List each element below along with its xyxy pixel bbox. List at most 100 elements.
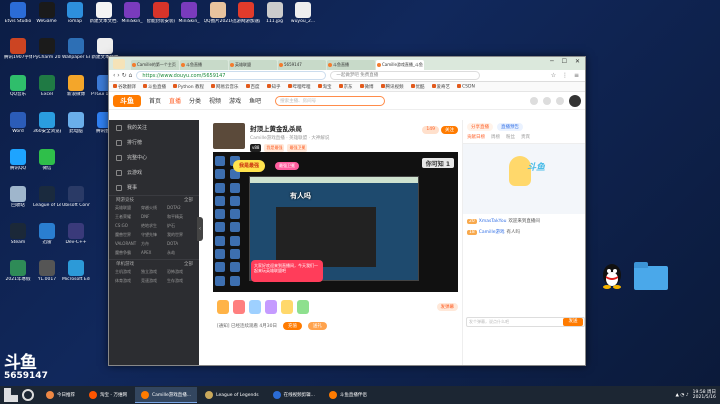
desktop-icon[interactable]: 此电脑 [62, 112, 90, 142]
follow-button[interactable]: 关注 [441, 126, 458, 134]
download-icon[interactable] [556, 96, 564, 105]
recharge-button[interactable]: 充值 [282, 322, 302, 330]
browser-tab[interactable]: 斗鱼直播 [327, 60, 375, 70]
category-link[interactable]: 主机游戏 [115, 269, 141, 275]
category-link[interactable]: 生存游戏 [167, 278, 193, 284]
section-more-link[interactable]: 全部 [184, 196, 193, 205]
desktop-icon[interactable]: 111.jpg [261, 2, 289, 32]
nav-item[interactable]: 首页 [149, 96, 161, 105]
desktop-icon[interactable]: wuyou_2... [289, 2, 317, 32]
desktop-icon[interactable]: League of Legends [33, 186, 61, 216]
desktop-icon[interactable]: YL.0017 [33, 260, 61, 290]
desktop-icon[interactable]: 智能封装安装向导V2.5.e... [147, 2, 175, 32]
nav-item[interactable]: 直播 [169, 96, 181, 105]
category-link[interactable]: 王者荣耀 [115, 214, 141, 220]
douyu-logo[interactable]: 斗鱼 [113, 94, 141, 107]
taskbar-button[interactable]: 淘宝 - 万维网 [83, 387, 133, 403]
bookmark-item[interactable]: 知乎 [267, 84, 281, 90]
desktop-icon[interactable]: iomap [61, 2, 89, 32]
nav-item[interactable]: 视频 [209, 96, 221, 105]
section-more-link[interactable]: 全部 [184, 260, 193, 269]
rank-tab[interactable]: 贡献日榜 [467, 134, 485, 143]
sidebar-item[interactable]: 我的关注 [109, 120, 199, 135]
category-link[interactable]: 魔兽争霸 [115, 250, 141, 256]
nav-item[interactable]: 鱼吧 [249, 96, 261, 105]
toolbar-icons[interactable]: ☆ ⋮ ≡ [551, 72, 581, 79]
bookmark-item[interactable]: CSDN [457, 84, 475, 89]
category-link[interactable]: 竞速游戏 [141, 278, 167, 284]
desktop-icon[interactable]: 新建文本文档.txt [90, 2, 118, 32]
taskbar-button[interactable]: 在线视频剪辑... [267, 387, 321, 403]
window-controls[interactable]: ─ ☐ ✕ [550, 58, 583, 65]
desktop-icon[interactable]: QQ图片20210326... [204, 2, 232, 32]
bookmark-item[interactable]: 斗鱼直播 [143, 84, 166, 90]
browser-search-input[interactable]: 一起做梦吧 免费直播 [330, 71, 481, 80]
folder-icon[interactable] [634, 262, 668, 290]
category-link[interactable]: 永劫 [167, 250, 193, 256]
desktop-icon[interactable]: 回收站 [4, 186, 32, 216]
category-link[interactable]: DOTA [167, 241, 193, 247]
desktop-icon[interactable]: WeGame [33, 2, 61, 32]
sidebar-item[interactable]: 排行榜 [109, 135, 199, 150]
browser-tab[interactable]: Camille的第一个主页 [131, 60, 179, 70]
category-link[interactable]: 方舟 [141, 241, 167, 247]
nav-arrows-icon[interactable]: ‹ › ↻ ⌂ [113, 72, 132, 79]
bookmark-item[interactable]: 京东 [339, 84, 353, 90]
share-button[interactable]: 分享直播 [467, 123, 493, 131]
url-field[interactable]: https://www.douyu.com/5659147 [136, 71, 327, 80]
desktop-icon[interactable]: 腾讯1907字体合集 [4, 38, 32, 68]
category-link[interactable]: DOTA2 [167, 205, 193, 211]
desktop-icon[interactable]: Dev-C++ [62, 223, 90, 253]
category-link[interactable]: 绝地求生 [141, 223, 167, 229]
user-avatar[interactable] [113, 59, 125, 69]
history-icon[interactable] [530, 96, 538, 105]
category-link[interactable]: 恐怖游戏 [167, 269, 193, 275]
bookmark-item[interactable]: 腾讯视频 [381, 84, 404, 90]
chat-username[interactable]: Camille游戏 [479, 230, 505, 235]
category-link[interactable]: 体育游戏 [115, 278, 141, 284]
desktop-icon[interactable]: 微信 [33, 149, 61, 179]
desktop-icon[interactable]: Excel [33, 75, 61, 105]
bookmark-item[interactable]: 淘宝 [318, 84, 332, 90]
category-link[interactable]: 独立游戏 [141, 269, 167, 275]
desktop-icon[interactable]: Etvis Studio [4, 2, 32, 32]
gift-icon[interactable] [233, 300, 245, 314]
send-button[interactable]: 发送 [563, 318, 583, 326]
gift-icon[interactable] [265, 300, 277, 314]
user-avatar-icon[interactable] [569, 94, 581, 107]
taskbar-button[interactable]: League of Legends [199, 387, 265, 403]
qq-penguin-icon[interactable] [600, 262, 624, 290]
category-link[interactable]: 我的世界 [167, 232, 193, 238]
bookmark-item[interactable]: 微博 [360, 84, 374, 90]
taskbar-button[interactable]: 今日推荐 [40, 387, 81, 403]
browser-tab[interactable]: Camille游戏直播_斗鱼 [376, 60, 424, 70]
clock[interactable]: 19:58 周日 2021/5/16 [693, 390, 716, 400]
desktop-icon[interactable]: 新浪微博 [62, 75, 90, 105]
sidebar-collapse-icon[interactable]: ‹ [197, 217, 203, 241]
desktop-icon[interactable]: PyCharm 2020.3.3 x64 [33, 38, 61, 68]
message-icon[interactable] [543, 96, 551, 105]
desktop-icon[interactable]: 腾讯QQ [4, 149, 32, 179]
anchor-avatar[interactable] [213, 123, 245, 149]
desktop-icon[interactable]: 360安全浏览器 [33, 112, 61, 142]
nav-item[interactable]: 分类 [189, 96, 201, 105]
rank-tab[interactable]: 贵宾 [521, 134, 530, 143]
desktop-icon[interactable]: Microsoft Edge [62, 260, 90, 290]
category-link[interactable]: 魔兽世界 [115, 232, 141, 238]
gift-icon[interactable] [217, 300, 229, 314]
danmaku-hint[interactable]: 发弹幕 [436, 303, 458, 311]
taskbar-button[interactable]: 斗鱼直播伴侣 [323, 387, 373, 403]
category-link[interactable]: VALORANT [115, 241, 141, 247]
gift-icon[interactable] [249, 300, 261, 314]
start-icon[interactable] [4, 388, 18, 402]
desktop-icon[interactable]: MiniSkin_ [118, 2, 146, 32]
browser-tab[interactable]: 5659147 [278, 60, 326, 70]
browser-tab[interactable]: 英雄联盟 [229, 60, 277, 70]
network-icon[interactable]: ▲ ◔ ♪ [675, 393, 688, 398]
site-search-input[interactable]: 搜索主播、房间号 [275, 95, 386, 106]
bookmark-item[interactable]: 网易云音乐 [211, 84, 239, 90]
category-link[interactable]: 和平精英 [167, 214, 193, 220]
send-gift-button[interactable]: 送礼 [307, 322, 327, 330]
category-link[interactable]: CS:GO [115, 223, 141, 229]
desktop-icon[interactable]: Word [4, 112, 32, 142]
